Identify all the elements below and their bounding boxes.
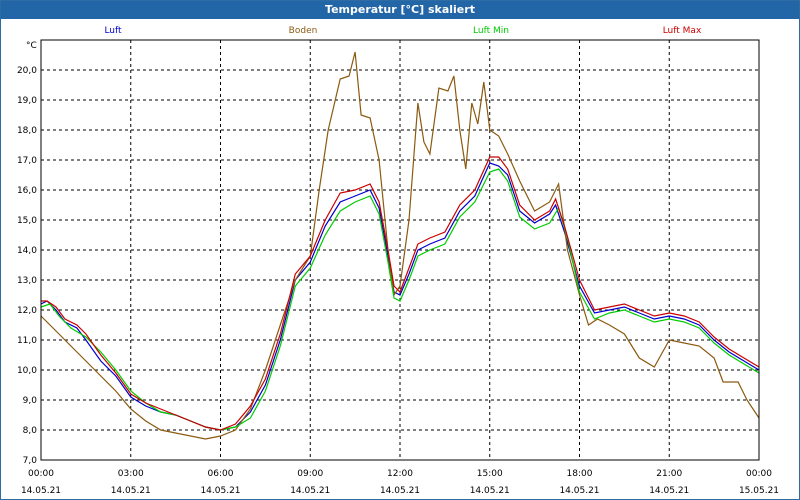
legend-entry: Luft Min — [473, 26, 509, 36]
x-tick-time: 03:00 — [118, 469, 144, 479]
x-tick-time: 15:00 — [477, 469, 503, 479]
x-tick-time: 00:00 — [746, 469, 772, 479]
y-tick-label: 14,0 — [17, 246, 37, 256]
x-tick-date: 15.05.21 — [739, 486, 779, 496]
x-tick-time: 09:00 — [297, 469, 323, 479]
chart-grid — [41, 40, 759, 460]
x-tick-date: 14.05.21 — [649, 486, 689, 496]
y-tick-label: 11,0 — [17, 336, 37, 346]
y-tick-label: 13,0 — [17, 276, 37, 286]
chart-legend: Luft Boden Luft Min Luft Max — [104, 26, 702, 36]
x-tick-time: 00:00 — [28, 469, 54, 479]
y-tick-label: 17,0 — [17, 156, 37, 166]
x-tick-date: 14.05.21 — [559, 486, 599, 496]
x-tick-date: 14.05.21 — [380, 486, 420, 496]
x-tick-date: 14.05.21 — [470, 486, 510, 496]
y-tick-label: 19,0 — [17, 96, 37, 106]
chart-axes: 7,0 8,0 9,0 10,0 11,0 12,0 13,0 14,0 15,0 16,0 17,… — [17, 39, 779, 496]
x-tick-time: 18:00 — [567, 469, 593, 479]
y-tick-label: 10,0 — [17, 366, 37, 376]
legend-entry: Luft — [104, 26, 122, 36]
y-tick-label: 12,0 — [17, 306, 37, 316]
y-axis-label: °C — [26, 41, 37, 51]
x-tick-time: 12:00 — [387, 469, 413, 479]
x-tick-date: 14.05.21 — [21, 486, 61, 496]
y-tick-label: 18,0 — [17, 126, 37, 136]
x-tick-date: 14.05.21 — [111, 486, 151, 496]
x-tick-time: 06:00 — [208, 469, 234, 479]
y-tick-label: 20,0 — [17, 66, 37, 76]
x-tick-date: 14.05.21 — [200, 486, 240, 496]
x-tick-date: 14.05.21 — [290, 486, 330, 496]
x-tick-time: 21:00 — [656, 469, 682, 479]
temperature-chart: 7,0 8,0 9,0 10,0 11,0 12,0 13,0 14,0 15,0 16,0 17,… — [17, 26, 779, 496]
legend-entry: Luft Max — [663, 26, 702, 36]
y-tick-label: 8,0 — [23, 426, 38, 436]
legend-entry: Boden — [289, 26, 318, 36]
y-tick-label: 7,0 — [23, 456, 38, 466]
y-tick-label: 16,0 — [17, 186, 37, 196]
y-tick-label: 15,0 — [17, 216, 37, 226]
y-tick-label: 9,0 — [23, 396, 38, 406]
